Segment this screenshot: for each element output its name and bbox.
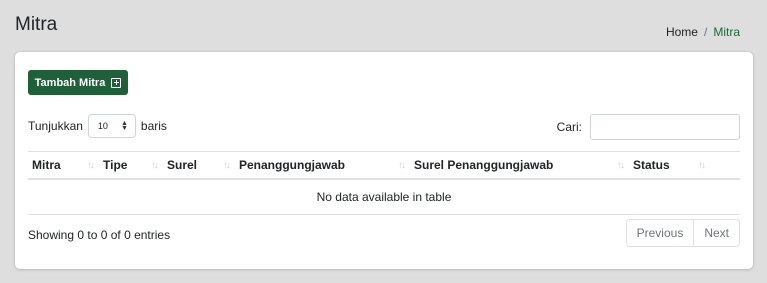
sort-icon: ↑↓ [151,160,159,171]
next-button[interactable]: Next [694,219,740,247]
add-mitra-button[interactable]: Tambah Mitra [28,70,128,95]
page-length-select[interactable]: 10 ▲ ▼ [87,114,136,138]
sort-icon: ↑↓ [398,160,406,171]
length-menu: Tunjukkan 10 ▲ ▼ baris [28,114,167,138]
breadcrumb: Home / Mitra [666,25,740,39]
column-header-mitra[interactable]: Mitra ↑↓ [28,151,99,180]
mitra-table: Mitra ↑↓ Tipe ↑↓ Surel ↑↓ Penanggungjawab ↑↓… [28,151,740,215]
search-filter: Cari: [557,114,740,140]
table-row: No data available in table [28,178,740,215]
table-info: Showing 0 to 0 of 0 entries [28,228,171,242]
plus-square-icon [111,77,122,88]
sort-icon: ↑↓ [87,160,95,171]
column-header-status[interactable]: Status ↑↓ [629,151,740,180]
updown-chevron-icon: ▲ ▼ [120,120,128,132]
sort-icon: ↑↓ [698,160,706,171]
column-header-tipe[interactable]: Tipe ↑↓ [99,151,163,180]
pagination: Previous Next [625,219,740,247]
column-header-penanggungjawab[interactable]: Penanggungjawab ↑↓ [235,151,410,180]
page-length-value: 10 [97,121,108,131]
table-header-row: Mitra ↑↓ Tipe ↑↓ Surel ↑↓ Penanggungjawab ↑↓… [28,151,740,180]
previous-button[interactable]: Previous [625,219,695,247]
breadcrumb-current: Mitra [713,25,740,39]
column-header-surel-penanggungjawab[interactable]: Surel Penanggungjawab ↑↓ [410,151,629,180]
search-label: Cari: [556,120,582,134]
breadcrumb-home[interactable]: Home [666,25,698,39]
search-input[interactable] [590,114,740,140]
length-suffix: baris [140,119,167,133]
sort-icon: ↑↓ [617,160,625,171]
length-prefix: Tunjukkan [28,119,83,133]
breadcrumb-separator: / [703,25,708,39]
sort-icon: ↑↓ [223,160,231,171]
content-card: Tambah Mitra Tunjukkan 10 ▲ ▼ baris Cari:… [15,52,753,269]
empty-table-message: No data available in table [28,178,740,215]
add-mitra-label: Tambah Mitra [34,76,106,89]
page-title: Mitra [15,14,58,35]
column-header-surel[interactable]: Surel ↑↓ [163,151,235,180]
